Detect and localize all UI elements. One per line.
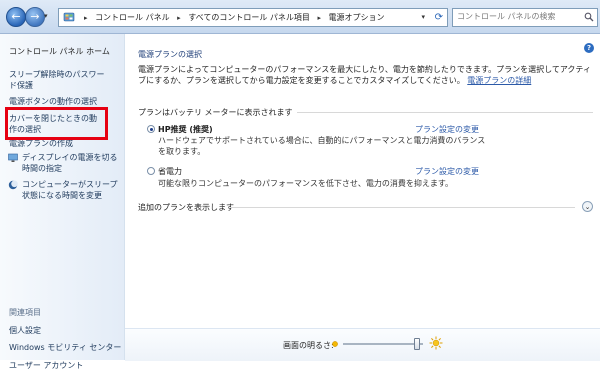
show-more-plans[interactable]: 追加のプランを表示します ⌄ xyxy=(138,201,593,213)
search-box[interactable] xyxy=(452,8,598,27)
brightness-slider-thumb[interactable] xyxy=(414,338,421,350)
show-more-plans-label[interactable]: 追加のプランを表示します xyxy=(138,202,234,213)
breadcrumb-all-items[interactable]: すべてのコントロール パネル項目 xyxy=(188,13,310,22)
navigation-bar: ← → ▾ ▸ コントロール パネル ▸ すべてのコントロール パネル項目 ▸ … xyxy=(0,0,600,34)
breadcrumb-power-options[interactable]: 電源オプション xyxy=(329,13,385,22)
chevron-right-icon[interactable]: ▸ xyxy=(177,14,181,22)
display-icon xyxy=(8,153,18,162)
related-heading: 関連項目 xyxy=(9,308,41,317)
plan-group-title: プランはバッテリ メーターに表示されます xyxy=(138,108,297,117)
brightness-bar: 画面の明るさ: xyxy=(125,328,600,361)
plan-description-power-saver: 可能な限りコンピューターのパフォーマンスを低下させ、電力の消費を抑えます。 xyxy=(158,179,454,188)
refresh-icon[interactable]: ⟳ xyxy=(435,9,443,26)
change-plan-settings-link-2[interactable]: プラン設定の変更 xyxy=(415,166,479,177)
sidebar-home-link[interactable]: コントロール パネル ホーム xyxy=(9,46,110,57)
back-button[interactable]: ← xyxy=(6,7,26,27)
plan-name-power-saver[interactable]: 省電力 xyxy=(158,166,182,177)
plan-description-hp-recommended: ハードウェアでサポートされている場合に、自動的にパフォーマンスと電力消費のバラン… xyxy=(158,136,486,156)
search-icon[interactable] xyxy=(584,12,594,22)
related-link-mobility-center[interactable]: Windows モビリティ センター xyxy=(9,342,121,353)
plan-group-header: プランはバッテリ メーターに表示されます xyxy=(138,107,593,117)
brightness-label: 画面の明るさ: xyxy=(283,341,334,350)
chevron-right-icon: ▸ xyxy=(84,14,88,22)
brightness-slider[interactable] xyxy=(343,343,423,345)
main-content: 電源プランの選択 電源プランによってコンピューターのパフォーマンスを最大にしたり… xyxy=(125,34,600,360)
chevron-down-icon[interactable]: ⌄ xyxy=(582,201,593,212)
search-input[interactable] xyxy=(453,9,581,24)
related-link-personalization[interactable]: 個人設定 xyxy=(9,325,41,336)
brightness-low-icon xyxy=(332,341,338,347)
plan-radio-hp-recommended[interactable] xyxy=(147,125,155,133)
sidebar-item-power-button[interactable]: 電源ボタンの動作の選択 xyxy=(9,96,109,107)
brightness-high-icon xyxy=(429,336,443,350)
plan-radio-power-saver[interactable] xyxy=(147,167,155,175)
divider xyxy=(230,207,575,208)
plan-name-hp-recommended[interactable]: HP推奨 (推奨) xyxy=(158,124,213,135)
control-panel-icon xyxy=(63,12,75,22)
change-plan-settings-link-1[interactable]: プラン設定の変更 xyxy=(415,124,479,135)
recent-pages-dropdown[interactable]: ▾ xyxy=(44,12,52,20)
highlight-box xyxy=(5,107,108,140)
page-title: 電源プランの選択 xyxy=(138,50,202,59)
sidebar-item-display-off[interactable]: ディスプレイの電源を切る時間の指定 xyxy=(22,152,122,174)
chevron-down-icon[interactable]: ▾ xyxy=(421,9,425,26)
sidebar-item-wakeup-password[interactable]: スリープ解除時のパスワード保護 xyxy=(9,69,109,91)
moon-icon xyxy=(8,180,18,190)
sidebar-item-sleep-time[interactable]: コンピューターがスリープ状態になる時間を変更 xyxy=(22,179,122,201)
sidebar: コントロール パネル ホーム スリープ解除時のパスワード保護 電源ボタンの動作の… xyxy=(0,34,125,370)
page-description: 電源プランによってコンピューターのパフォーマンスを最大にしたり、電力を節約したり… xyxy=(138,64,593,86)
chevron-right-icon[interactable]: ▸ xyxy=(317,14,321,22)
related-link-user-accounts[interactable]: ユーザー アカウント xyxy=(9,360,83,371)
forward-button[interactable]: → xyxy=(25,7,45,27)
power-plan-details-link[interactable]: 電源プランの詳細 xyxy=(467,76,531,85)
address-bar[interactable]: ▸ コントロール パネル ▸ すべてのコントロール パネル項目 ▸ 電源オプショ… xyxy=(58,8,448,27)
breadcrumb-control-panel[interactable]: コントロール パネル xyxy=(95,13,170,22)
